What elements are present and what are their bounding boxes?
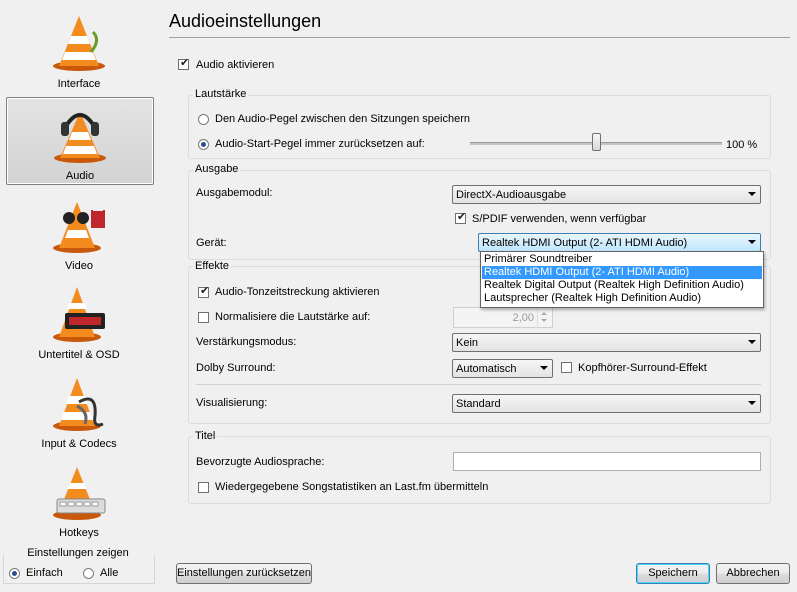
reset-level-label: Audio-Start-Pegel immer zurücksetzen auf… [215,138,425,150]
sidebar-item-label: Video [65,260,93,272]
title-divider [169,37,790,38]
device-option[interactable]: Realtek Digital Output (Realtek High Def… [482,279,762,292]
sidebar-item-label: Hotkeys [59,527,99,539]
save-level-radio[interactable] [198,114,209,125]
vlc-cable-cone-icon [53,378,104,431]
category-sidebar: Interface Audio Video Untertitel & OSD I… [0,0,160,592]
effects-group-title: Effekte [193,260,232,272]
enable-audio-label: Audio aktivieren [196,59,275,71]
volume-group-title: Lautstärke [193,88,249,100]
page-title: Audioeinstellungen [169,11,322,31]
chevron-down-icon [748,401,756,405]
normalize-label: Normalisiere die Lautstärke auf: [215,311,371,323]
cancel-button[interactable]: Abbrechen [716,563,790,584]
visualization-label: Visualisierung: [196,397,268,409]
dolby-select[interactable]: Automatisch [452,359,553,378]
enable-audio-checkbox[interactable]: ✔ [178,57,189,70]
vlc-glasses-cone-icon [53,202,105,253]
tracks-group-title: Titel [193,430,218,442]
vlc-cone-icon [53,16,105,71]
output-module-value: DirectX-Audioausgabe [456,189,567,201]
sidebar-item-interface[interactable]: Interface [6,6,152,92]
show-settings-title: Einstellungen zeigen [27,547,129,559]
device-value: Realtek HDMI Output (2- ATI HDMI Audio) [482,237,688,249]
lastfm-label: Wiedergegebene Songstatistiken an Last.f… [215,481,489,493]
output-group-title: Ausgabe [193,163,241,175]
sidebar-item-hotkeys[interactable]: Hotkeys [6,455,152,541]
visualization-select[interactable]: Standard [452,394,761,413]
volume-level-value: 100 % [726,139,758,151]
time-stretch-label: Audio-Tonzeitstreckung aktivieren [215,286,380,298]
dolby-label: Dolby Surround: [196,362,276,374]
sidebar-item-label: Input & Codecs [41,438,117,450]
replaygain-value: Kein [456,337,479,349]
normalize-checkbox[interactable] [198,312,209,323]
save-button[interactable]: Speichern [636,563,710,584]
output-module-select[interactable]: DirectX-Audioausgabe [452,185,761,204]
normalize-level-value: 2,00 [512,312,534,324]
show-all-radio[interactable] [83,568,94,579]
chevron-down-icon [748,240,756,244]
sidebar-item-video[interactable]: Video [6,188,152,274]
device-dropdown-list: Primärer Soundtreiber Realtek HDMI Outpu… [480,251,764,308]
replaygain-label: Verstärkungsmodus: [196,336,297,348]
device-select[interactable]: Realtek HDMI Output (2- ATI HDMI Audio) [478,233,761,252]
spinbox-buttons[interactable] [537,309,551,326]
reset-settings-button[interactable]: Einstellungen zurücksetzen [176,563,312,584]
audio-language-input[interactable] [453,452,761,471]
show-simple-label: Einfach [26,567,63,579]
normalize-level-spinbox[interactable]: 2,00 [453,307,553,328]
headphone-surround-checkbox[interactable] [561,362,572,373]
show-settings-group: Einstellungen zeigen Einfach Alle [3,547,155,584]
sidebar-item-label: Interface [57,78,101,90]
sidebar-item-audio[interactable]: Audio [6,97,154,185]
chevron-down-icon [748,192,756,196]
device-option-selected[interactable]: Realtek HDMI Output (2- ATI HDMI Audio) [482,266,762,279]
lastfm-checkbox[interactable] [198,482,209,493]
device-option[interactable]: Primärer Soundtreiber [482,253,762,266]
spdif-checkbox[interactable]: ✔ [455,211,466,224]
sidebar-item-subtitles-osd[interactable]: Untertitel & OSD [6,277,152,363]
spin-up-icon [541,312,547,315]
dolby-value: Automatisch [456,363,517,375]
sidebar-item-label: Audio [65,170,95,182]
vlc-headphones-cone-icon [54,112,106,163]
vlc-keyboard-cone-icon [53,467,106,520]
output-module-label: Ausgabemodul: [196,187,273,199]
chevron-down-icon [540,366,548,370]
visualization-value: Standard [456,398,501,410]
vlc-subtitle-cone-icon [53,287,105,342]
show-all-label: Alle [100,567,119,579]
headphone-surround-label: Kopfhörer-Surround-Effekt [578,362,707,374]
sidebar-item-input-codecs[interactable]: Input & Codecs [6,366,152,452]
spin-down-icon [541,319,547,322]
volume-slider-handle[interactable] [592,133,601,151]
device-label: Gerät: [196,237,227,249]
show-simple-radio[interactable] [9,568,20,579]
chevron-down-icon [748,340,756,344]
audio-language-label: Bevorzugte Audiosprache: [196,456,325,468]
effects-divider [196,384,761,385]
time-stretch-checkbox[interactable]: ✔ [198,285,209,298]
save-level-label: Den Audio-Pegel zwischen den Sitzungen s… [215,113,470,125]
sidebar-item-label: Untertitel & OSD [38,349,120,361]
device-option[interactable]: Lautsprecher (Realtek High Definition Au… [482,292,762,305]
reset-level-radio[interactable] [198,139,209,150]
spdif-label: S/PDIF verwenden, wenn verfügbar [472,213,647,225]
replaygain-select[interactable]: Kein [452,333,761,352]
